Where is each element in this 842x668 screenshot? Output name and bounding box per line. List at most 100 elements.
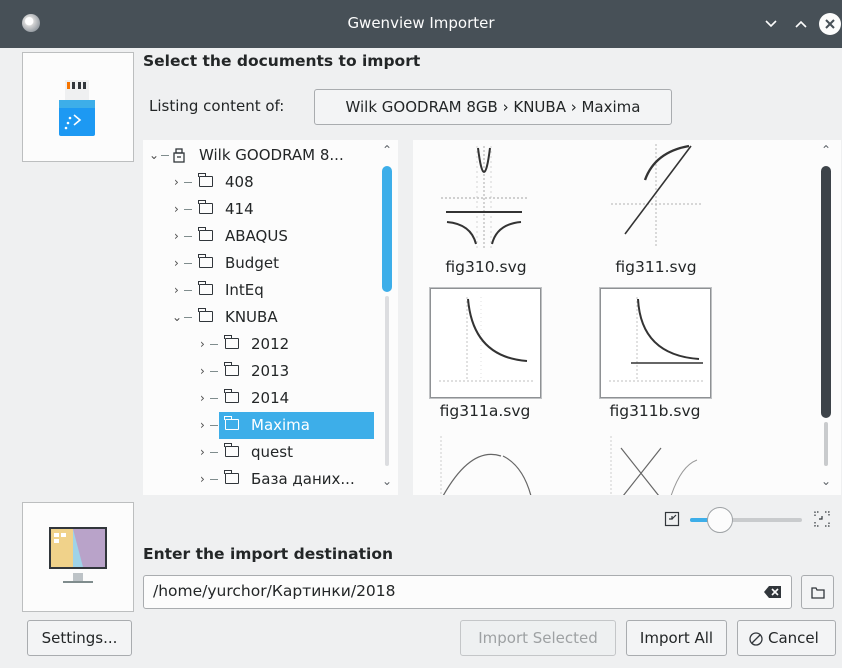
tree-line: [210, 398, 218, 399]
browse-folder-button[interactable]: [801, 575, 834, 609]
zoom-out-icon[interactable]: [664, 511, 680, 527]
tree-item-quest[interactable]: › quest: [143, 439, 383, 466]
thumbnail-scrollbar[interactable]: [821, 166, 831, 470]
tree-item-database[interactable]: › База даних...: [143, 466, 383, 493]
tree-item-2013[interactable]: › 2013: [143, 358, 383, 385]
tree-item-label: quest: [251, 443, 293, 461]
tree-scrollbar-track[interactable]: [385, 296, 389, 466]
folder-icon: [224, 416, 239, 430]
tree-line: [210, 452, 218, 453]
thumbnail-image: [611, 144, 701, 248]
tree-item-inteq[interactable]: › IntEq: [143, 277, 383, 304]
tree-item-408[interactable]: › 408: [143, 169, 383, 196]
zoom-slider[interactable]: [690, 506, 802, 534]
thumbnail-frame[interactable]: [430, 288, 541, 398]
thumbnail-caption: fig311.svg: [615, 258, 697, 276]
thumbs-scroll-up-icon[interactable]: ⌃: [821, 143, 831, 157]
thumbnail-scrollbar-handle[interactable]: [821, 166, 831, 418]
tree-scrollbar[interactable]: [382, 166, 392, 470]
tree-item-budget[interactable]: › Budget: [143, 250, 383, 277]
thumbnail-caption: fig311a.svg: [439, 402, 531, 420]
tree-scroll-down-icon[interactable]: ⌄: [382, 474, 392, 488]
tree-line: [184, 182, 192, 183]
tree-item-label: 2012: [251, 335, 290, 353]
usb-device-icon-box: [22, 52, 134, 162]
chevron-down-icon: [765, 20, 777, 28]
tree-item-label: Wilk GOODRAM 8...: [199, 146, 344, 164]
tree-item-label: 414: [225, 200, 254, 218]
import-selected-button[interactable]: Import Selected: [460, 620, 616, 656]
zoom-slider-handle[interactable]: [707, 507, 733, 533]
close-icon: [825, 19, 835, 29]
tree-item-414[interactable]: › 414: [143, 196, 383, 223]
source-heading: Select the documents to import: [143, 52, 421, 70]
import-all-button[interactable]: Import All: [626, 620, 727, 656]
tree-item-label: База даних...: [251, 470, 355, 488]
thumbnail-image-partial[interactable]: [431, 436, 539, 495]
tree-item-label: 408: [225, 173, 254, 191]
tree-line: [184, 263, 192, 264]
tree-line: [184, 209, 192, 210]
settings-button[interactable]: Settings...: [27, 620, 132, 656]
listing-label: Listing content of:: [149, 97, 285, 115]
thumbnail-image: [441, 146, 527, 250]
tree-item-label: KNUBA: [225, 308, 278, 326]
folder-icon: [198, 173, 213, 187]
tree-item-label: 2013: [251, 362, 290, 380]
thumbs-scroll-down-icon[interactable]: ⌄: [821, 474, 831, 488]
thumbnail-frame[interactable]: [600, 288, 711, 398]
tree-item-label: IntEq: [225, 281, 264, 299]
tree-item-abaqus[interactable]: › ABAQUS: [143, 223, 383, 250]
zoom-in-icon[interactable]: [814, 511, 830, 527]
drive-icon: [173, 148, 185, 163]
tree-item-2014[interactable]: › 2014: [143, 385, 383, 412]
folder-icon: [224, 362, 239, 376]
thumbnail-image: [609, 297, 703, 382]
chevron-up-icon: [795, 20, 807, 28]
tree-line: [210, 479, 218, 480]
destination-path-input[interactable]: [144, 576, 753, 606]
maximize-button[interactable]: [790, 13, 812, 35]
folder-open-icon: [198, 308, 213, 322]
usb-drive-icon: [59, 80, 95, 136]
computer-icon: [49, 527, 107, 583]
tree-item-label: Maxima: [251, 416, 310, 434]
folder-icon: [198, 227, 213, 241]
tree-scroll-up-icon[interactable]: ⌃: [382, 143, 392, 157]
folder-icon: [198, 254, 213, 268]
tree-item-knuba[interactable]: ⌄ KNUBA: [143, 304, 383, 331]
path-breadcrumb-button[interactable]: Wilk GOODRAM 8GB › KNUBA › Maxima: [314, 89, 672, 125]
folder-tree[interactable]: ⌄ Wilk GOODRAM 8... › 408 › 414 › ABAQUS…: [143, 140, 398, 495]
cancel-label: Cancel: [768, 629, 819, 647]
tree-line: [210, 425, 218, 426]
thumbnail-view[interactable]: fig310.svg fig311.svg fig311a.svg fig311…: [413, 140, 841, 495]
minimize-button[interactable]: [760, 13, 782, 35]
folder-icon: [224, 470, 239, 484]
folder-icon: [224, 389, 239, 403]
tree-line: [161, 155, 169, 156]
cancel-button[interactable]: Cancel: [737, 620, 836, 656]
folder-icon: [198, 200, 213, 214]
tree-item-maxima[interactable]: › Maxima: [143, 412, 383, 439]
tree-item-label: ABAQUS: [225, 227, 288, 245]
thumbnail-image-partial[interactable]: [601, 436, 709, 495]
folder-icon: [224, 335, 239, 349]
thumbnail-image: [439, 297, 533, 382]
thumbnail-caption: fig311b.svg: [609, 402, 701, 420]
destination-path-field[interactable]: [143, 575, 792, 609]
tree-line: [210, 371, 218, 372]
tree-line: [210, 344, 218, 345]
tree-item-2012[interactable]: › 2012: [143, 331, 383, 358]
cancel-icon: [749, 632, 763, 646]
title-bar[interactable]: Gwenview Importer: [0, 0, 842, 48]
tree-scrollbar-handle[interactable]: [382, 166, 392, 292]
close-button[interactable]: [819, 13, 841, 35]
tree-item-root[interactable]: ⌄ Wilk GOODRAM 8...: [143, 142, 383, 169]
clear-text-icon[interactable]: [764, 585, 782, 599]
computer-icon-box: [22, 502, 134, 612]
destination-heading: Enter the import destination: [143, 545, 394, 563]
thumbnail-scrollbar-track[interactable]: [824, 422, 828, 466]
thumbnail-caption: fig310.svg: [445, 258, 527, 276]
folder-icon: [811, 587, 825, 599]
folder-icon: [224, 443, 239, 457]
